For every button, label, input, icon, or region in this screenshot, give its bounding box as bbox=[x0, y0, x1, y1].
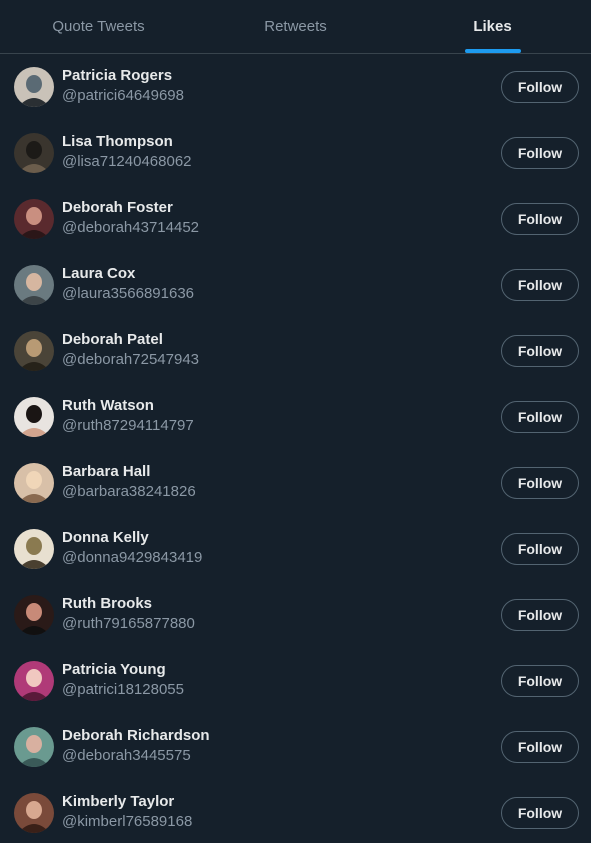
avatar[interactable] bbox=[14, 67, 54, 107]
avatar[interactable] bbox=[14, 397, 54, 437]
follow-button[interactable]: Follow bbox=[501, 401, 579, 433]
avatar[interactable] bbox=[14, 793, 54, 833]
display-name[interactable]: Kimberly Taylor bbox=[62, 792, 192, 812]
user-names: Barbara Hall @barbara38241826 bbox=[62, 462, 196, 502]
user-names: Patricia Rogers @patrici64649698 bbox=[62, 66, 184, 106]
display-name[interactable]: Deborah Richardson bbox=[62, 726, 210, 746]
avatar[interactable] bbox=[14, 199, 54, 239]
user-handle[interactable]: @ruth87294114797 bbox=[62, 416, 194, 436]
user-handle[interactable]: @ruth79165877880 bbox=[62, 614, 195, 634]
tab-label: Quote Tweets bbox=[52, 18, 145, 35]
user-handle[interactable]: @barbara38241826 bbox=[62, 482, 196, 502]
follow-button[interactable]: Follow bbox=[501, 71, 579, 103]
tab-retweets[interactable]: Retweets bbox=[197, 0, 394, 53]
follow-button[interactable]: Follow bbox=[501, 797, 579, 829]
user-handle[interactable]: @deborah72547943 bbox=[62, 350, 199, 370]
follow-button[interactable]: Follow bbox=[501, 665, 579, 697]
user-row[interactable]: Deborah Foster @deborah43714452 Follow bbox=[0, 186, 591, 252]
active-tab-indicator bbox=[464, 49, 521, 53]
user-names: Ruth Watson @ruth87294114797 bbox=[62, 396, 194, 436]
follow-button[interactable]: Follow bbox=[501, 269, 579, 301]
avatar[interactable] bbox=[14, 133, 54, 173]
avatar[interactable] bbox=[14, 661, 54, 701]
follow-button[interactable]: Follow bbox=[501, 599, 579, 631]
display-name[interactable]: Ruth Watson bbox=[62, 396, 194, 416]
display-name[interactable]: Deborah Foster bbox=[62, 198, 199, 218]
tab-label: Retweets bbox=[264, 18, 327, 35]
user-row[interactable]: Patricia Young @patrici18128055 Follow bbox=[0, 648, 591, 714]
avatar[interactable] bbox=[14, 265, 54, 305]
follow-button[interactable]: Follow bbox=[501, 467, 579, 499]
tab-label: Likes bbox=[473, 18, 512, 35]
user-row[interactable]: Donna Kelly @donna9429843419 Follow bbox=[0, 516, 591, 582]
user-names: Patricia Young @patrici18128055 bbox=[62, 660, 184, 700]
avatar[interactable] bbox=[14, 595, 54, 635]
user-row[interactable]: Patricia Rogers @patrici64649698 Follow bbox=[0, 54, 591, 120]
user-names: Deborah Patel @deborah72547943 bbox=[62, 330, 199, 370]
follow-button[interactable]: Follow bbox=[501, 533, 579, 565]
user-handle[interactable]: @deborah3445575 bbox=[62, 746, 210, 766]
user-row[interactable]: Ruth Watson @ruth87294114797 Follow bbox=[0, 384, 591, 450]
user-names: Ruth Brooks @ruth79165877880 bbox=[62, 594, 195, 634]
display-name[interactable]: Donna Kelly bbox=[62, 528, 202, 548]
user-list: Patricia Rogers @patrici64649698 Follow Lis… bbox=[0, 54, 591, 843]
user-row[interactable]: Ruth Brooks @ruth79165877880 Follow bbox=[0, 582, 591, 648]
follow-button[interactable]: Follow bbox=[501, 731, 579, 763]
display-name[interactable]: Deborah Patel bbox=[62, 330, 199, 350]
avatar[interactable] bbox=[14, 727, 54, 767]
display-name[interactable]: Patricia Rogers bbox=[62, 66, 184, 86]
display-name[interactable]: Barbara Hall bbox=[62, 462, 196, 482]
user-handle[interactable]: @lisa71240468062 bbox=[62, 152, 192, 172]
user-names: Laura Cox @laura3566891636 bbox=[62, 264, 194, 304]
user-names: Deborah Richardson @deborah3445575 bbox=[62, 726, 210, 766]
user-handle[interactable]: @patrici18128055 bbox=[62, 680, 184, 700]
user-row[interactable]: Lisa Thompson @lisa71240468062 Follow bbox=[0, 120, 591, 186]
user-row[interactable]: Barbara Hall @barbara38241826 Follow bbox=[0, 450, 591, 516]
user-handle[interactable]: @deborah43714452 bbox=[62, 218, 199, 238]
avatar[interactable] bbox=[14, 463, 54, 503]
tab-likes[interactable]: Likes bbox=[394, 0, 591, 53]
user-names: Deborah Foster @deborah43714452 bbox=[62, 198, 199, 238]
follow-button[interactable]: Follow bbox=[501, 137, 579, 169]
user-row[interactable]: Deborah Patel @deborah72547943 Follow bbox=[0, 318, 591, 384]
user-handle[interactable]: @kimberl76589168 bbox=[62, 812, 192, 832]
avatar[interactable] bbox=[14, 529, 54, 569]
display-name[interactable]: Lisa Thompson bbox=[62, 132, 192, 152]
user-row[interactable]: Kimberly Taylor @kimberl76589168 Follow bbox=[0, 780, 591, 843]
user-handle[interactable]: @laura3566891636 bbox=[62, 284, 194, 304]
user-handle[interactable]: @donna9429843419 bbox=[62, 548, 202, 568]
user-handle[interactable]: @patrici64649698 bbox=[62, 86, 184, 106]
display-name[interactable]: Laura Cox bbox=[62, 264, 194, 284]
avatar[interactable] bbox=[14, 331, 54, 371]
follow-button[interactable]: Follow bbox=[501, 335, 579, 367]
tab-bar: Quote Tweets Retweets Likes bbox=[0, 0, 591, 54]
user-names: Donna Kelly @donna9429843419 bbox=[62, 528, 202, 568]
user-names: Lisa Thompson @lisa71240468062 bbox=[62, 132, 192, 172]
display-name[interactable]: Ruth Brooks bbox=[62, 594, 195, 614]
display-name[interactable]: Patricia Young bbox=[62, 660, 184, 680]
user-row[interactable]: Laura Cox @laura3566891636 Follow bbox=[0, 252, 591, 318]
follow-button[interactable]: Follow bbox=[501, 203, 579, 235]
tab-quote-tweets[interactable]: Quote Tweets bbox=[0, 0, 197, 53]
user-names: Kimberly Taylor @kimberl76589168 bbox=[62, 792, 192, 832]
user-row[interactable]: Deborah Richardson @deborah3445575 Follow bbox=[0, 714, 591, 780]
